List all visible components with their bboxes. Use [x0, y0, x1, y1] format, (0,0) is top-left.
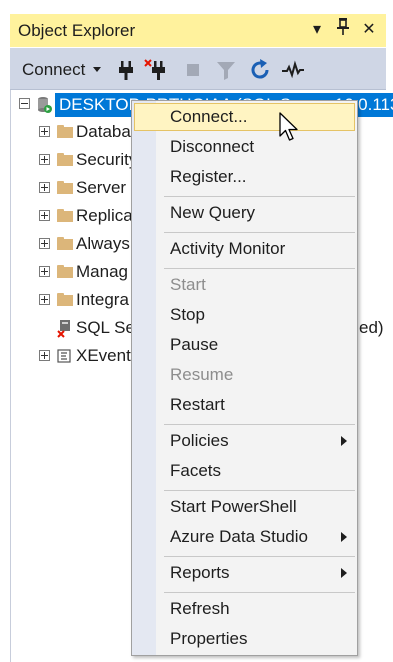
expand-icon[interactable]: [39, 210, 50, 221]
connect-plug-icon[interactable]: [114, 58, 138, 82]
submenu-arrow-icon: [341, 568, 347, 578]
filter-icon: [217, 62, 235, 80]
menu-item-resume: Resume: [134, 361, 355, 389]
folder-icon: [57, 125, 73, 138]
folder-icon: [57, 237, 73, 250]
menu-separator: [164, 490, 355, 491]
refresh-icon[interactable]: [248, 58, 272, 82]
menu-separator: [164, 556, 355, 557]
menu-item-properties[interactable]: Properties: [134, 625, 355, 653]
menu-separator: [164, 232, 355, 233]
menu-separator: [164, 268, 355, 269]
folder-icon: [57, 153, 73, 166]
menu-item-register[interactable]: Register...: [134, 163, 355, 191]
object-explorer-window: Object Explorer ▾ ✕ Connect 16.0.113 Dat…: [0, 0, 393, 662]
tree-node-label: Manag: [76, 262, 128, 281]
submenu-arrow-icon: [341, 436, 347, 446]
submenu-arrow-icon: [341, 532, 347, 542]
menu-item-azure-data-studio[interactable]: Azure Data Studio: [134, 523, 355, 551]
menu-item-facets[interactable]: Facets: [134, 457, 355, 485]
close-icon[interactable]: ✕: [358, 17, 380, 43]
mouse-pointer-icon: [279, 112, 298, 141]
disconnect-plug-icon[interactable]: [144, 58, 168, 82]
menu-item-label: Resume: [170, 365, 234, 384]
folder-icon: [57, 265, 73, 278]
menu-item-label: Refresh: [170, 599, 230, 618]
window-position-dropdown-icon[interactable]: ▾: [306, 17, 328, 43]
menu-item-label: Connect...: [170, 107, 248, 126]
menu-item-start: Start: [134, 271, 355, 299]
folder-icon: [57, 181, 73, 194]
expand-icon[interactable]: [39, 182, 50, 193]
expand-icon[interactable]: [39, 126, 50, 137]
expand-icon[interactable]: [39, 266, 50, 277]
folder-icon: [57, 293, 73, 306]
pin-icon[interactable]: [332, 17, 354, 43]
menu-item-stop[interactable]: Stop: [134, 301, 355, 329]
menu-item-label: Start PowerShell: [170, 497, 297, 516]
menu-item-disconnect[interactable]: Disconnect: [134, 133, 355, 161]
menu-item-label: Restart: [170, 395, 225, 414]
tree-node-label: Security: [76, 150, 138, 169]
expand-icon[interactable]: [39, 294, 50, 305]
menu-item-activity-monitor[interactable]: Activity Monitor: [134, 235, 355, 263]
tree-node-label: XEvent: [76, 346, 131, 365]
expand-icon[interactable]: [39, 154, 50, 165]
menu-item-label: Azure Data Studio: [170, 527, 308, 546]
tree-node-label: SQL Se: [76, 318, 135, 337]
panel-title-bar: Object Explorer ▾ ✕: [10, 14, 386, 47]
folder-icon: [57, 209, 73, 222]
menu-item-pause[interactable]: Pause: [134, 331, 355, 359]
xevent-icon: [57, 349, 71, 363]
menu-item-label: Reports: [170, 563, 230, 582]
menu-item-label: Policies: [170, 431, 229, 450]
menu-item-label: Stop: [170, 305, 205, 324]
menu-item-label: Facets: [170, 461, 222, 480]
tree-node-label: Databa: [76, 122, 131, 141]
menu-separator: [164, 424, 355, 425]
activity-monitor-icon[interactable]: [281, 58, 305, 82]
menu-item-label: New Query: [170, 203, 256, 222]
tree-node-label: Replica: [76, 206, 133, 225]
menu-item-label: Register...: [170, 167, 247, 186]
tree-node-label-overflow: ed): [359, 318, 384, 337]
menu-separator: [164, 196, 355, 197]
menu-item-restart[interactable]: Restart: [134, 391, 355, 419]
menu-item-label: Pause: [170, 335, 219, 354]
connect-button[interactable]: Connect: [22, 60, 85, 80]
expand-icon[interactable]: [39, 350, 50, 361]
expand-icon[interactable]: [39, 238, 50, 249]
panel-title: Object Explorer: [18, 21, 136, 40]
menu-item-new-query[interactable]: New Query: [134, 199, 355, 227]
tree-node-label: Always: [76, 234, 130, 253]
menu-item-reports[interactable]: Reports: [134, 559, 355, 587]
menu-item-label: Activity Monitor: [170, 239, 286, 258]
object-explorer-toolbar: Connect: [10, 48, 386, 90]
sql-agent-icon: [57, 320, 70, 338]
tree-node-label: Integra: [76, 290, 129, 309]
menu-item-refresh[interactable]: Refresh: [134, 595, 355, 623]
menu-item-label: Properties: [170, 629, 248, 648]
menu-separator: [164, 592, 355, 593]
menu-item-label: Disconnect: [170, 137, 255, 156]
menu-item-label: Start: [170, 275, 206, 294]
stop-icon: [187, 64, 199, 76]
server-icon: [38, 97, 52, 113]
connect-dropdown-icon[interactable]: [93, 67, 101, 72]
collapse-icon[interactable]: [19, 98, 30, 109]
menu-item-start-powershell[interactable]: Start PowerShell: [134, 493, 355, 521]
menu-item-policies[interactable]: Policies: [134, 427, 355, 455]
context-menu: Connect... Disconnect Register... New Qu…: [131, 100, 358, 656]
menu-item-connect[interactable]: Connect...: [134, 103, 355, 131]
